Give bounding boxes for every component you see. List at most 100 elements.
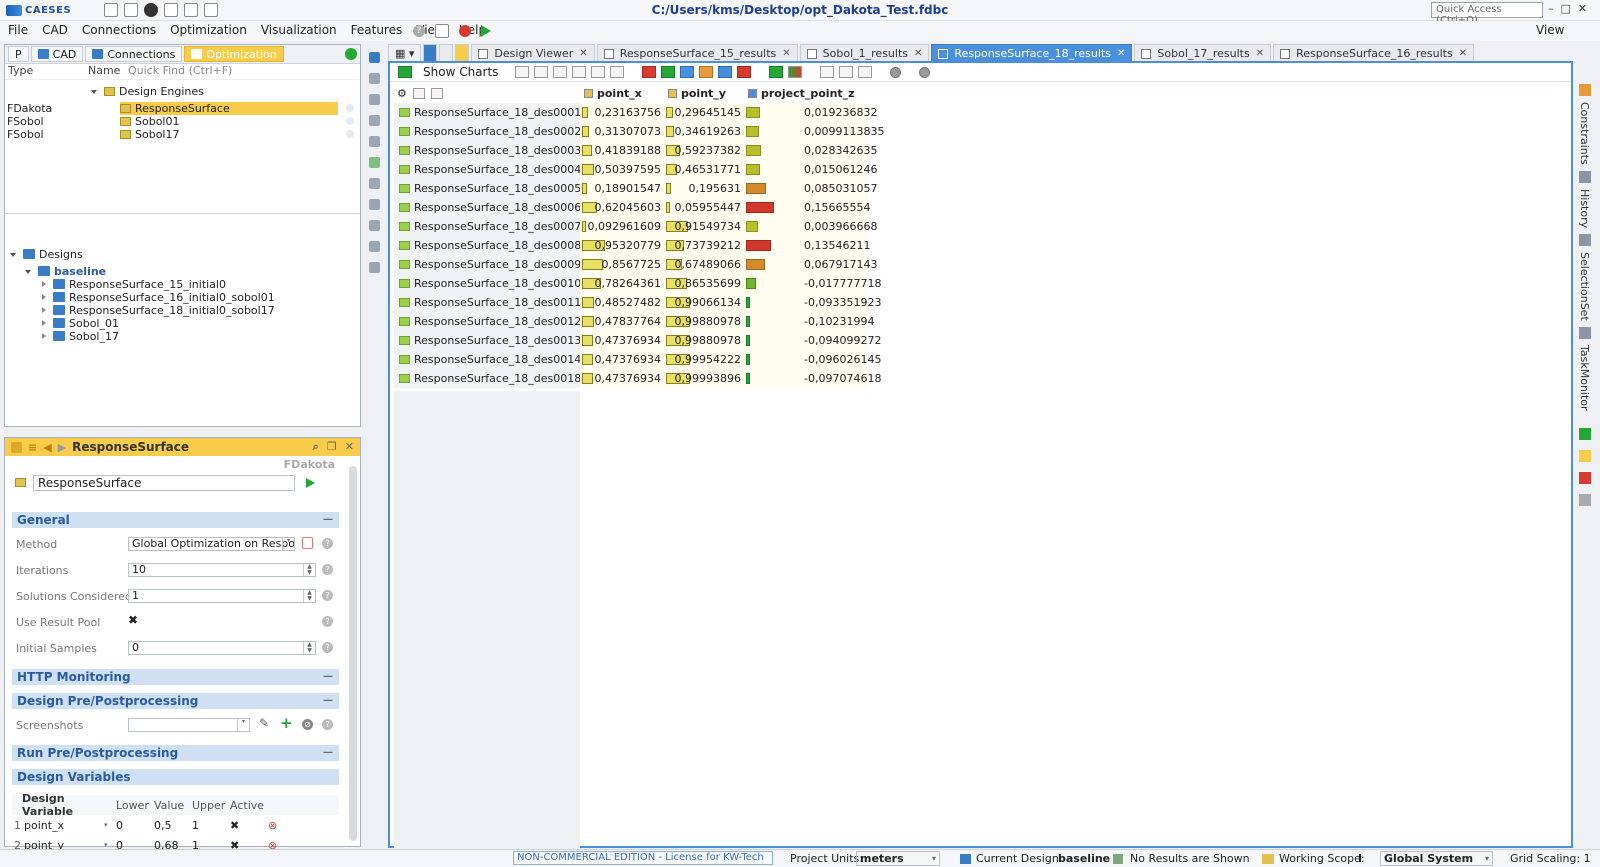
menu-cad[interactable]: CAD (42, 23, 68, 37)
table-row[interactable]: ResponseSurface_18_des0002 0,31307073 0,34… (394, 122, 884, 141)
value-cell-z[interactable]: -0,017777718 (744, 274, 881, 293)
design-name-cell[interactable]: ResponseSurface_18_des0010 (394, 274, 581, 293)
table-row[interactable]: ResponseSurface_18_des0001 0,23163756 0,29… (394, 103, 877, 122)
tree-design-item[interactable]: ResponseSurface_15_initial0 (42, 278, 226, 291)
tab-rs18-results[interactable]: ResponseSurface_18_results ✕ (931, 44, 1133, 61)
value-cell-y[interactable]: 0,99954222 (664, 350, 744, 369)
engine-sobol17[interactable]: Sobol17 (120, 128, 179, 141)
value-cell-x[interactable]: 0,23163756 (580, 103, 664, 122)
grid-icon[interactable] (769, 66, 784, 78)
screenshots-select[interactable]: ▾ (128, 718, 250, 732)
table-row[interactable]: ResponseSurface_18_des0018 0,47376934 0,99… (394, 369, 881, 388)
yellow-status-icon[interactable] (1579, 450, 1591, 463)
tree-design-item[interactable]: Sobol_17 (42, 330, 119, 343)
table-row[interactable]: ResponseSurface_18_des0004 0,50397595 0,46… (394, 160, 877, 179)
design-name-cell[interactable]: ResponseSurface_18_des0013 (394, 331, 581, 350)
menu-visualization[interactable]: Visualization (261, 23, 337, 37)
tree-designs[interactable]: Designs (10, 248, 83, 261)
value-cell-x[interactable]: 0,47376934 (580, 350, 664, 369)
design-name-cell[interactable]: ResponseSurface_18_des0001 (394, 103, 581, 122)
pen-icon[interactable] (368, 115, 380, 126)
close-tab-icon[interactable]: ✕ (1459, 48, 1467, 59)
tab-rs16-results[interactable]: ResponseSurface_16_results ✕ (1273, 44, 1475, 61)
forward-arrow-icon[interactable]: ▶ (58, 441, 66, 454)
value-cell-y[interactable]: 0,67489066 (664, 255, 744, 274)
tab-p[interactable]: P (8, 46, 29, 62)
red-status-icon[interactable] (1579, 472, 1591, 485)
help-icon[interactable]: ? (322, 642, 333, 653)
star-icon[interactable] (680, 66, 695, 78)
value-cell-x[interactable]: 0,78264361 (580, 274, 664, 293)
detach-icon[interactable]: ❐ (327, 440, 337, 454)
value-cell-y[interactable]: 0,91549734 (664, 217, 744, 236)
show-charts-toggle[interactable]: Show Charts (423, 65, 498, 79)
tab-cad[interactable]: CAD (30, 46, 84, 62)
design-name-cell[interactable]: ResponseSurface_18_des0003 (394, 141, 581, 160)
spin-arrows-icon[interactable]: ▲ ▼ (303, 564, 315, 576)
copy-icon[interactable] (610, 66, 625, 78)
table-row[interactable]: ResponseSurface_18_des0011 0,48527482 0,99… (394, 293, 881, 312)
value-cell-x[interactable]: 0,62045603 (580, 198, 664, 217)
monitor-icon[interactable] (368, 199, 380, 210)
section-design-variables[interactable]: Design Variables (12, 769, 339, 785)
tab-sobol17-results[interactable]: Sobol_17_results ✕ (1134, 44, 1272, 61)
iterations-stepper[interactable]: 10 ▲ ▼ (128, 563, 316, 577)
dock-history[interactable]: History (1578, 189, 1591, 228)
column-point-x[interactable]: point_x (580, 84, 664, 103)
export-icon[interactable] (820, 66, 835, 78)
close-tab-icon[interactable]: ✕ (1117, 48, 1125, 59)
grey-status-icon[interactable] (1579, 494, 1591, 507)
gear-icon[interactable]: ⚙ (397, 87, 407, 100)
run-icon[interactable] (306, 478, 315, 488)
section-http-monitoring[interactable]: HTTP Monitoring — (12, 669, 339, 685)
column-project-point-z[interactable]: project_point_z (744, 84, 868, 103)
measure-icon[interactable] (368, 220, 380, 231)
dock-constraints[interactable]: Constraints (1578, 102, 1591, 165)
color-scale-icon[interactable] (788, 66, 803, 78)
value-cell-z[interactable]: 0,067917143 (744, 255, 877, 274)
table-row[interactable]: ResponseSurface_18_des0009 0,8567725 0,674… (394, 255, 877, 274)
menu-connections[interactable]: Connections (82, 23, 156, 37)
tab-folder[interactable] (423, 44, 438, 61)
design-name-cell[interactable]: ResponseSurface_18_des0005 (394, 179, 581, 198)
value-cell-z[interactable]: -0,094099272 (744, 331, 881, 350)
value-cell-y[interactable]: 0,99880978 (664, 312, 744, 331)
tree-design-item[interactable]: ResponseSurface_16_initial0_sobol01 (42, 291, 275, 304)
filter-valid-icon[interactable] (661, 66, 676, 78)
expand-arrow-icon[interactable] (42, 307, 46, 313)
expand-arrow-icon[interactable] (42, 333, 46, 339)
tab-monitor[interactable] (439, 44, 454, 61)
csv-icon[interactable] (572, 66, 587, 78)
view-menu-right[interactable]: View (1536, 23, 1564, 37)
expand-arrow-icon[interactable] (42, 281, 46, 287)
help-icon[interactable]: ? (413, 25, 425, 37)
object-name-field[interactable]: ResponseSurface (33, 475, 295, 491)
table-row[interactable]: ResponseSurface_18_des0012 0,47837764 0,99… (394, 312, 874, 331)
quick-access-input[interactable]: Quick Access (Ctrl+Q) (1431, 2, 1543, 26)
tree-design-engines[interactable]: Design Engines (91, 85, 204, 98)
use-result-pool-checkbox[interactable]: ✖ (128, 613, 138, 627)
value-cell-x[interactable]: 0,48527482 (580, 293, 664, 312)
expand-arrow-icon[interactable] (42, 320, 46, 326)
design-name-cell[interactable]: ResponseSurface_18_des0009 (394, 255, 581, 274)
table-icon[interactable] (368, 262, 380, 273)
tab-design-viewer[interactable]: Design Viewer ✕ (471, 44, 595, 61)
refresh-icon[interactable] (398, 66, 412, 78)
value-cell-z[interactable]: 0,15665554 (744, 198, 870, 217)
quick-find-input[interactable]: Quick Find (Ctrl+F) (128, 64, 232, 79)
section-run-prepost[interactable]: Run Pre/Postprocessing — (12, 745, 339, 761)
design-name-cell[interactable]: ResponseSurface_18_des0018 (394, 369, 581, 388)
value-cell-x[interactable]: 0,31307073 (580, 122, 664, 141)
value-cell-z[interactable]: 0,015061246 (744, 160, 877, 179)
tree-baseline[interactable]: baseline (25, 265, 106, 278)
html-icon[interactable] (591, 66, 606, 78)
value-cell-x[interactable]: 0,47837764 (580, 312, 664, 331)
chevron-down-icon[interactable]: ▾ (932, 852, 936, 865)
collapse-icon[interactable]: — (323, 745, 333, 761)
minimize-icon[interactable]: – (1548, 2, 1554, 15)
value-cell-y[interactable]: 0,86535699 (664, 274, 744, 293)
chevron-down-icon[interactable]: ▾ (282, 538, 294, 550)
help-icon[interactable]: ? (322, 538, 333, 549)
edit-icon[interactable]: ✎ (259, 716, 269, 730)
tab-view-options[interactable]: ▦ ▾ (388, 44, 422, 61)
